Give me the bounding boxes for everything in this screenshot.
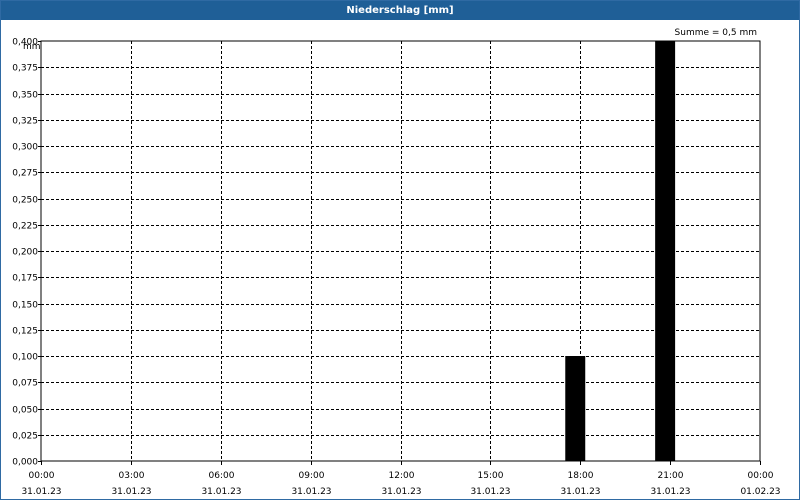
y-tick-label: 0,100: [12, 353, 38, 363]
x-tick-date: 31.01.23: [650, 487, 690, 497]
x-tick-time: 21:00: [658, 471, 684, 481]
precipitation-chart: 0,000 0,025 0,050 0,075 0,100 0,125 0,150 0,175…: [12, 28, 780, 497]
x-tick-date: 31.01.23: [291, 487, 331, 497]
y-tick-label: 0,050: [12, 406, 38, 416]
y-tick-label: 0,125: [12, 327, 38, 337]
y-tick-label: 0,025: [12, 432, 38, 442]
chart-window: Niederschlag [mm] 0,000 0,025 0,050 0,075 0,…: [0, 0, 800, 500]
grid: [41, 41, 760, 461]
y-tick-label: 0,375: [12, 64, 38, 74]
precipitation-bar: [565, 356, 586, 461]
x-tick-time: 15:00: [478, 471, 504, 481]
y-tick-label: 0,350: [12, 91, 38, 101]
x-tick-time: 00:00: [29, 471, 55, 481]
x-tick-time: 00:00: [748, 471, 774, 481]
y-unit-label: mm: [23, 42, 41, 52]
x-tick-date: 31.01.23: [381, 487, 421, 497]
sum-label: Summe = 0,5 mm: [675, 28, 757, 38]
x-tick-time: 06:00: [209, 471, 235, 481]
x-tick-date: 31.01.23: [111, 487, 151, 497]
x-tick-time: 09:00: [299, 471, 325, 481]
y-tick-label: 0,275: [12, 169, 38, 179]
y-tick-label: 0,325: [12, 117, 38, 127]
x-tick-date: 01.02.23: [740, 487, 780, 497]
precipitation-bar: [655, 41, 676, 461]
y-tick-label: 0,000: [12, 458, 38, 468]
y-tick-label: 0,300: [12, 143, 38, 153]
y-tick-label: 0,175: [12, 274, 38, 284]
y-tick-label: 0,150: [12, 301, 38, 311]
x-tick-date: 31.01.23: [470, 487, 510, 497]
y-tick-label: 0,250: [12, 196, 38, 206]
x-tick-date: 31.01.23: [201, 487, 241, 497]
y-tick-label: 0,225: [12, 222, 38, 232]
y-tick-label: 0,075: [12, 379, 38, 389]
x-tick-date: 31.01.23: [21, 487, 61, 497]
x-tick-time: 12:00: [389, 471, 415, 481]
x-tick-time: 18:00: [568, 471, 594, 481]
x-tick-date: 31.01.23: [560, 487, 600, 497]
y-tick-label: 0,200: [12, 248, 38, 258]
x-tick-time: 03:00: [119, 471, 145, 481]
